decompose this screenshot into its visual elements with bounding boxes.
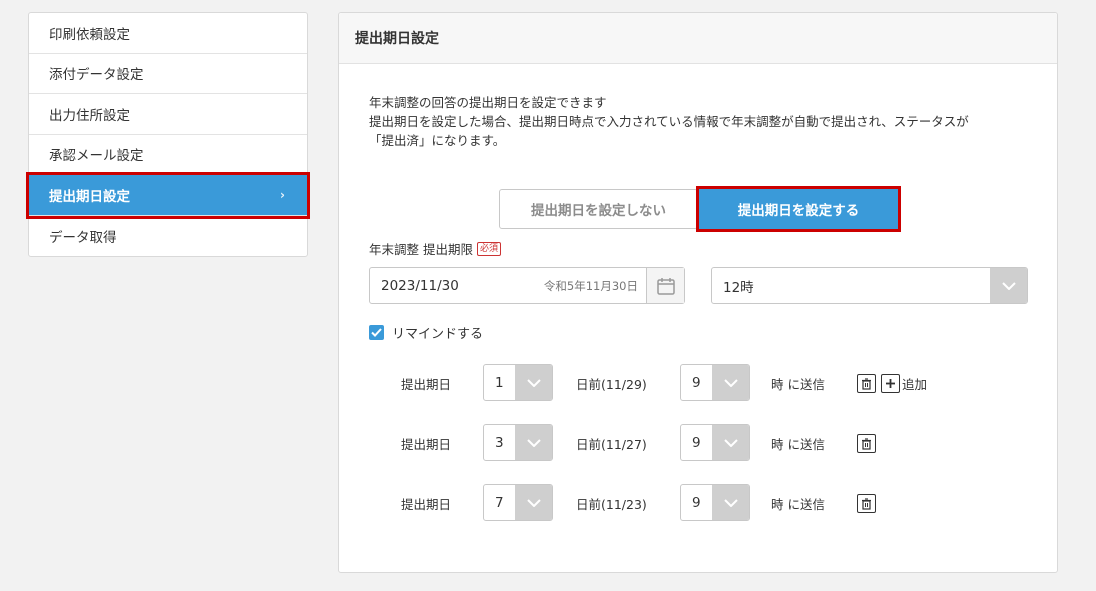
reminder-suffix: 時 に送信 (771, 437, 825, 452)
deadline-label-text: 年末調整 提出期限 (369, 242, 473, 257)
hour-value: 9 (692, 494, 701, 511)
no-deadline-button[interactable]: 提出期日を設定しない (499, 189, 698, 229)
trash-icon[interactable] (857, 434, 876, 453)
sidebar-item-label: 印刷依頼設定 (49, 26, 130, 43)
days-value: 3 (495, 434, 504, 451)
plus-icon[interactable] (881, 374, 900, 393)
sidebar-item-label: 提出期日設定 (49, 188, 130, 205)
chevron-right-icon: › (280, 187, 285, 202)
description-line: 提出期日を設定した場合、提出期日時点で入力されている情報で年末調整が自動で提出さ… (369, 114, 969, 129)
chevron-down-icon (515, 365, 552, 400)
chevron-down-icon (990, 268, 1027, 303)
sidebar-item-submission-deadline[interactable]: 提出期日設定 › (26, 172, 310, 219)
reminder-suffix: 時 に送信 (771, 377, 825, 392)
reminder-prefix: 提出期日 (401, 437, 452, 452)
reminder-days-select[interactable]: 7 (483, 484, 553, 521)
reminder-row: 提出期日 1 日前(11/29) 9 時 に送信 追加 (339, 364, 1057, 401)
reminder-hour-select[interactable]: 9 (680, 424, 750, 461)
date-value: 2023/11/30 (381, 277, 459, 294)
required-badge: 必須 (476, 241, 501, 256)
check-icon (371, 328, 382, 337)
reminder-date-text: 日前(11/29) (576, 377, 647, 392)
reminder-row: 提出期日 3 日前(11/27) 9 時 に送信 (339, 424, 1057, 461)
calendar-icon[interactable] (646, 268, 684, 303)
reminder-prefix: 提出期日 (401, 377, 452, 392)
add-reminder-label[interactable]: 追加 (902, 374, 927, 393)
hour-value: 12時 (723, 279, 754, 296)
remind-option[interactable]: リマインドする (369, 323, 483, 342)
hour-value: 9 (692, 434, 701, 451)
sidebar-item-label: 承認メール設定 (49, 148, 144, 165)
date-wareki: 令和5年11月30日 (543, 278, 638, 293)
description: 年末調整の回答の提出期日を設定できます 提出期日を設定した場合、提出期日時点で入… (369, 93, 969, 150)
description-line: 年末調整の回答の提出期日を設定できます (369, 95, 607, 110)
deadline-field-label: 年末調整 提出期限 必須 (369, 239, 501, 258)
days-value: 1 (495, 374, 504, 391)
chevron-down-icon (712, 485, 749, 520)
set-deadline-button[interactable]: 提出期日を設定する (696, 186, 901, 232)
sidebar-item-approval-mail[interactable]: 承認メール設定 (29, 135, 307, 175)
reminder-days-select[interactable]: 3 (483, 424, 553, 461)
chevron-down-icon (515, 485, 552, 520)
trash-icon[interactable] (857, 494, 876, 513)
sidebar-item-label: 添付データ設定 (49, 67, 144, 84)
description-line: 「提出済」になります。 (369, 133, 506, 148)
panel-title: 提出期日設定 (339, 13, 1057, 64)
chevron-down-icon (712, 425, 749, 460)
sidebar-item-label: 出力住所設定 (49, 107, 130, 124)
reminder-date-text: 日前(11/27) (576, 437, 647, 452)
trash-icon[interactable] (857, 374, 876, 393)
settings-sidebar: 印刷依頼設定 添付データ設定 出力住所設定 承認メール設定 提出期日設定 › デ… (26, 12, 310, 257)
sidebar-item-attachment-data[interactable]: 添付データ設定 (29, 54, 307, 94)
reminder-row: 提出期日 7 日前(11/23) 9 時 に送信 (339, 484, 1057, 521)
remind-label: リマインドする (392, 327, 484, 342)
reminder-suffix: 時 に送信 (771, 497, 825, 512)
hour-value: 9 (692, 374, 701, 391)
reminder-days-select[interactable]: 1 (483, 364, 553, 401)
sidebar-item-print-request[interactable]: 印刷依頼設定 (29, 13, 307, 54)
reminder-date-text: 日前(11/23) (576, 497, 647, 512)
deadline-settings-panel: 提出期日設定 年末調整の回答の提出期日を設定できます 提出期日を設定した場合、提… (338, 12, 1058, 573)
reminder-prefix: 提出期日 (401, 497, 452, 512)
sidebar-item-output-address[interactable]: 出力住所設定 (29, 94, 307, 135)
deadline-hour-select[interactable]: 12時 (711, 267, 1028, 304)
sidebar-item-label: データ取得 (49, 229, 117, 246)
deadline-date-input[interactable]: 2023/11/30 令和5年11月30日 (369, 267, 685, 304)
remind-checkbox[interactable] (369, 325, 384, 340)
days-value: 7 (495, 494, 504, 511)
chevron-down-icon (712, 365, 749, 400)
sidebar-item-data-export[interactable]: データ取得 (29, 216, 307, 257)
reminder-hour-select[interactable]: 9 (680, 484, 750, 521)
chevron-down-icon (515, 425, 552, 460)
reminder-hour-select[interactable]: 9 (680, 364, 750, 401)
